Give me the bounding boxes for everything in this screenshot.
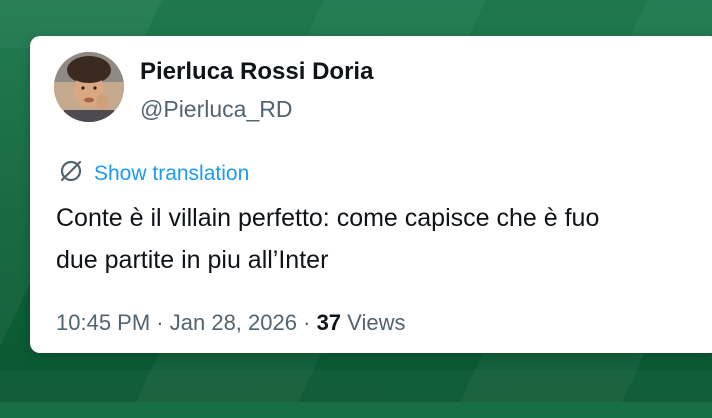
- tweet-text-line: due partite in piu all’Inter: [56, 246, 329, 274]
- show-translation-link[interactable]: Show translation: [58, 158, 249, 189]
- show-translation-label[interactable]: Show translation: [94, 162, 249, 186]
- meta-separator: ·: [303, 310, 311, 335]
- author-name[interactable]: Pierluca Rossi Doria: [140, 58, 373, 86]
- tweet-time[interactable]: 10:45 PM: [56, 310, 150, 335]
- translate-icon: [58, 158, 84, 189]
- background-stripe: [0, 370, 712, 418]
- tweet-date[interactable]: Jan 28, 2026: [170, 310, 297, 335]
- meta-separator: ·: [156, 310, 164, 335]
- avatar-photo: [54, 52, 124, 122]
- tweet-text: Conte è il villain perfetto: come capisc…: [56, 197, 712, 281]
- author-handle[interactable]: @Pierluca_RD: [140, 96, 292, 123]
- avatar[interactable]: [54, 52, 124, 122]
- tweet-card: Pierluca Rossi Doria @Pierluca_RD Show t…: [30, 36, 712, 353]
- views-count[interactable]: 37: [317, 310, 341, 335]
- tweet-metadata: 10:45 PM · Jan 28, 2026 · 37 Views: [56, 310, 405, 336]
- views-label[interactable]: Views: [347, 310, 405, 335]
- tweet-text-line: Conte è il villain perfetto: come capisc…: [56, 204, 600, 232]
